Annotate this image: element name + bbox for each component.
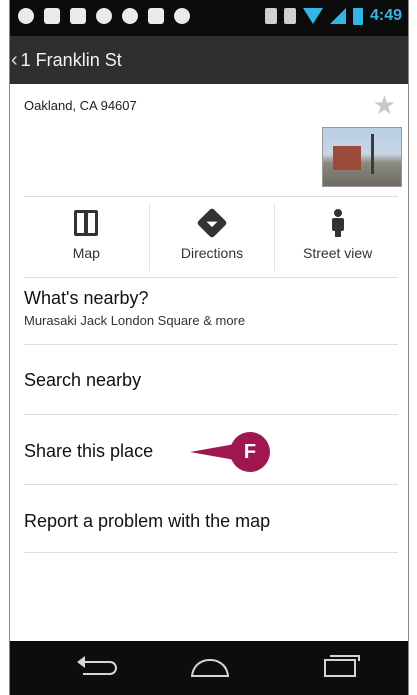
report-problem-label: Report a problem with the map (24, 511, 271, 531)
callout-pointer (190, 444, 235, 460)
screen: 4:49 ‹ 1 Franklin St Oakland, CA 94607 ★… (0, 0, 417, 695)
page-title[interactable]: 1 Franklin St (21, 50, 122, 71)
street-view-thumbnail[interactable] (322, 127, 402, 187)
wifi-icon (302, 8, 323, 24)
divider (24, 196, 398, 197)
system-icons: 4:49 (264, 7, 402, 25)
divider (24, 552, 398, 553)
bluetooth-icon (264, 8, 277, 24)
street-view-button[interactable]: Street view (274, 203, 400, 271)
divider (24, 484, 398, 485)
navigation-bar (10, 641, 408, 695)
search-nearby-item[interactable]: Search nearby (24, 370, 398, 391)
street-view-button-label: Street view (303, 245, 373, 261)
map-button[interactable]: Map (24, 203, 149, 271)
search-nearby-label: Search nearby (24, 370, 142, 390)
thumbnail-building (333, 146, 361, 170)
phone-screen: 4:49 ‹ 1 Franklin St Oakland, CA 94607 ★… (9, 0, 409, 695)
directions-icon (196, 207, 228, 239)
image-icon (148, 8, 164, 24)
divider (24, 344, 398, 345)
clock: 4:49 (369, 7, 402, 24)
whats-nearby-title: What's nearby? (24, 288, 149, 308)
home-icon (191, 659, 229, 677)
back-button[interactable] (77, 655, 120, 681)
directions-button[interactable]: Directions (148, 203, 275, 271)
place-address: Oakland, CA 94607 (24, 98, 137, 113)
report-problem-item[interactable]: Report a problem with the map (24, 511, 398, 532)
directions-button-label: Directions (180, 245, 244, 261)
chat-icon (96, 8, 112, 24)
battery-icon (352, 7, 363, 25)
street-view-icon (330, 209, 346, 237)
rotate-icon (283, 8, 296, 24)
callout-badge: F (230, 432, 270, 472)
divider (24, 414, 398, 415)
recent-apps-button[interactable] (320, 655, 360, 681)
home-button[interactable] (190, 655, 230, 681)
sim-icon (44, 8, 60, 24)
star-icon[interactable]: ★ (373, 92, 396, 118)
signal-icon (329, 8, 346, 24)
photo-icon (174, 8, 190, 24)
map-icon (74, 210, 99, 236)
whats-nearby-subtitle: Murasaki Jack London Square & more (24, 313, 246, 328)
callout-marker: F (190, 432, 270, 472)
notification-icons (18, 8, 190, 24)
back-icon (77, 656, 117, 675)
divider (24, 277, 398, 278)
location-icon (18, 8, 34, 24)
thumbnail-pole (371, 134, 374, 174)
download-icon (70, 8, 86, 24)
action-bar: ‹ 1 Franklin St (10, 36, 408, 84)
recent-apps-icon (324, 655, 360, 677)
action-buttons: Map Directions Street view (24, 203, 400, 271)
gmail-icon (122, 8, 138, 24)
whats-nearby-item[interactable]: What's nearby? Murasaki Jack London Squa… (24, 288, 398, 328)
status-bar: 4:49 (10, 0, 408, 36)
map-button-label: Map (72, 245, 100, 261)
back-chevron-icon[interactable]: ‹ (11, 50, 18, 70)
